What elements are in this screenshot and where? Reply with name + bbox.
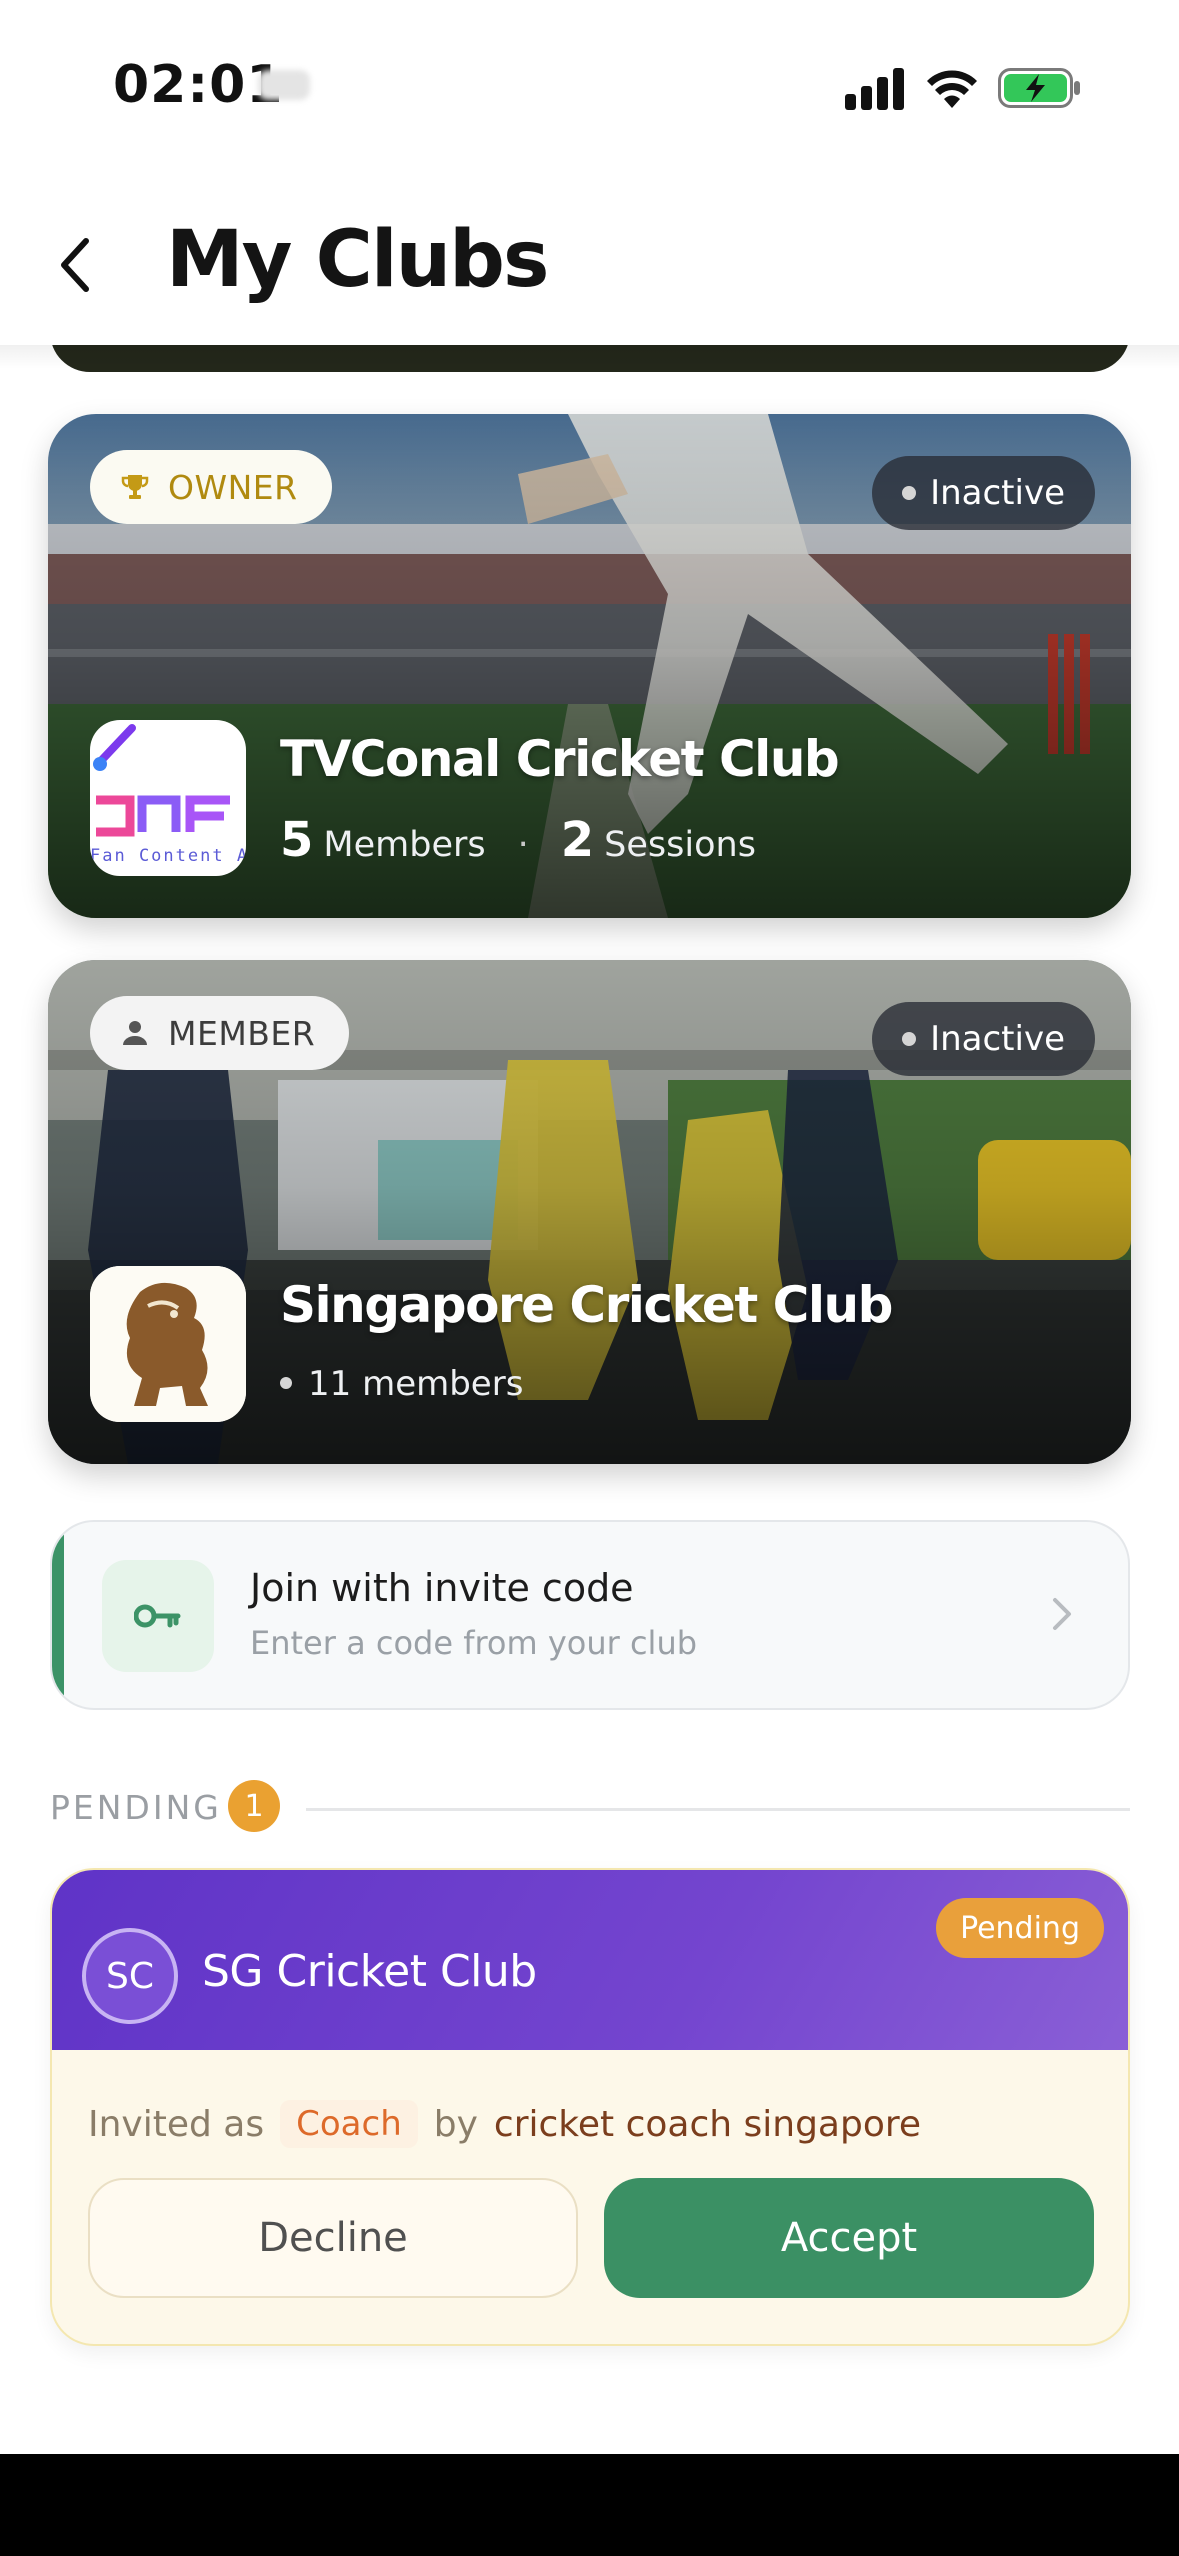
status-bar: 02:01 <box>0 0 1179 175</box>
pending-divider <box>306 1808 1130 1811</box>
club-logo: Fan Content A <box>90 720 246 876</box>
invite-details: Invited as Coach by cricket coach singap… <box>88 2100 921 2148</box>
members-dot <box>280 1377 292 1389</box>
chevron-right-icon <box>1053 1598 1071 1630</box>
club-card-tvconal[interactable]: OWNER Inactive Fan Content A TVConal Cri… <box>48 414 1131 918</box>
key-tile <box>102 1560 214 1672</box>
role-badge-member: MEMBER <box>90 996 350 1070</box>
status-location-indicator <box>258 70 310 100</box>
pending-label: PENDING <box>50 1788 222 1827</box>
role-badge-owner: OWNER <box>90 450 332 524</box>
pending-status-chip: Pending <box>936 1898 1104 1958</box>
sessions-count: 2 <box>560 812 595 868</box>
invited-by-label: by <box>433 2103 478 2145</box>
invite-title: Join with invite code <box>250 1566 634 1610</box>
pending-count-badge: 1 <box>228 1780 280 1832</box>
members-text: 11 members <box>308 1364 524 1404</box>
decline-button[interactable]: Decline <box>88 2178 578 2298</box>
chevron-left-icon <box>61 238 89 292</box>
invite-accent-bar <box>52 1522 64 1708</box>
lion-crest-icon <box>90 1266 246 1422</box>
join-invite-code-button[interactable]: Join with invite code Enter a code from … <box>50 1520 1130 1710</box>
invited-as-label: Invited as <box>88 2103 265 2145</box>
signal-icon <box>845 68 905 110</box>
status-label: Inactive <box>930 1019 1065 1059</box>
club-name: Singapore Cricket Club <box>280 1276 893 1334</box>
person-icon <box>123 1021 147 1045</box>
invited-by-name: cricket coach singapore <box>493 2103 922 2145</box>
page-title: My Clubs <box>166 215 549 305</box>
club-name: TVConal Cricket Club <box>280 730 840 788</box>
status-dot <box>902 486 917 500</box>
club-stats: 5 Members · 2 Sessions <box>280 812 756 868</box>
pending-section-header: PENDING 1 <box>50 1780 1130 1836</box>
wifi-icon <box>927 70 977 108</box>
status-label: Inactive <box>930 473 1065 513</box>
members-label: Members <box>323 825 486 865</box>
home-indicator-area <box>0 2454 1179 2556</box>
invite-club-name: SG Cricket Club <box>202 1946 537 1997</box>
back-button[interactable] <box>40 225 112 305</box>
members-count: 5 <box>280 812 314 868</box>
sessions-label: Sessions <box>604 825 756 865</box>
club-card-singapore[interactable]: MEMBER Inactive Singapore Cricket Club 1… <box>48 960 1131 1464</box>
accept-button[interactable]: Accept <box>604 2178 1094 2298</box>
club-avatar: SC <box>82 1928 178 2024</box>
page-header: My Clubs <box>0 175 1179 345</box>
status-badge: Inactive <box>872 456 1095 530</box>
invite-card-header: SC SG Cricket Club Pending <box>52 1870 1128 2050</box>
club-logo <box>90 1266 246 1422</box>
stats-separator: · <box>517 825 529 865</box>
invite-role-pill: Coach <box>280 2100 418 2148</box>
header-divider <box>0 345 1179 369</box>
battery-charging-icon <box>998 68 1080 108</box>
pending-invite-card: SC SG Cricket Club Pending Invited as Co… <box>50 1868 1130 2346</box>
trophy-icon <box>121 475 149 499</box>
club-stats: 11 members <box>280 1364 523 1404</box>
status-badge: Inactive <box>872 1002 1095 1076</box>
club-logo-caption: Fan Content A <box>90 846 246 866</box>
key-icon <box>134 1604 181 1628</box>
role-label: OWNER <box>168 467 298 507</box>
invite-subtitle: Enter a code from your club <box>250 1624 698 1662</box>
status-dot <box>902 1032 917 1046</box>
role-label: MEMBER <box>168 1013 316 1053</box>
